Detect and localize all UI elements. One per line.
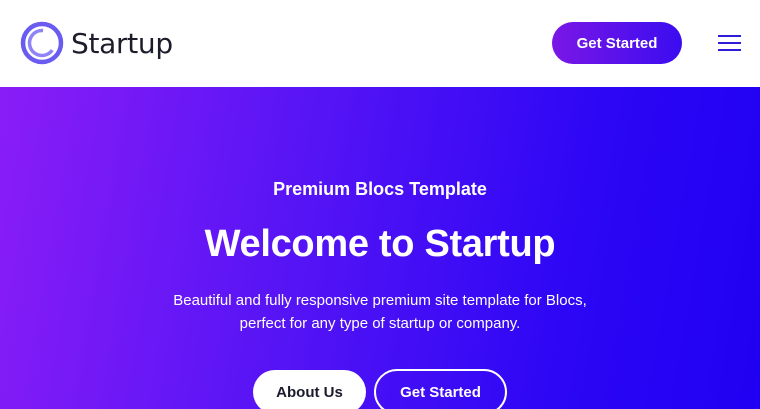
menu-bar [718,49,741,51]
hero-section: Premium Blocs Template Welcome to Startu… [0,87,760,409]
hero-eyebrow: Premium Blocs Template [273,179,487,199]
brand-name: Startup [71,26,173,60]
menu-bar [718,35,741,37]
hero-get-started-button[interactable]: Get Started [374,369,507,409]
menu-bar [718,42,741,44]
hero-description-line: Beautiful and fully responsive premium s… [173,292,587,309]
startup-logo-icon [20,21,64,65]
hero-description: Beautiful and fully responsive premium s… [130,289,630,335]
hamburger-menu-icon[interactable] [714,31,744,55]
about-us-button[interactable]: About Us [253,370,366,409]
navbar: Startup Get Started [0,0,760,87]
hero-description-line: perfect for any type of startup or compa… [239,315,521,332]
brand-link[interactable]: Startup [20,20,173,66]
hero-title: Welcome to Startup [204,223,556,265]
nav-get-started-button[interactable]: Get Started [552,22,682,64]
